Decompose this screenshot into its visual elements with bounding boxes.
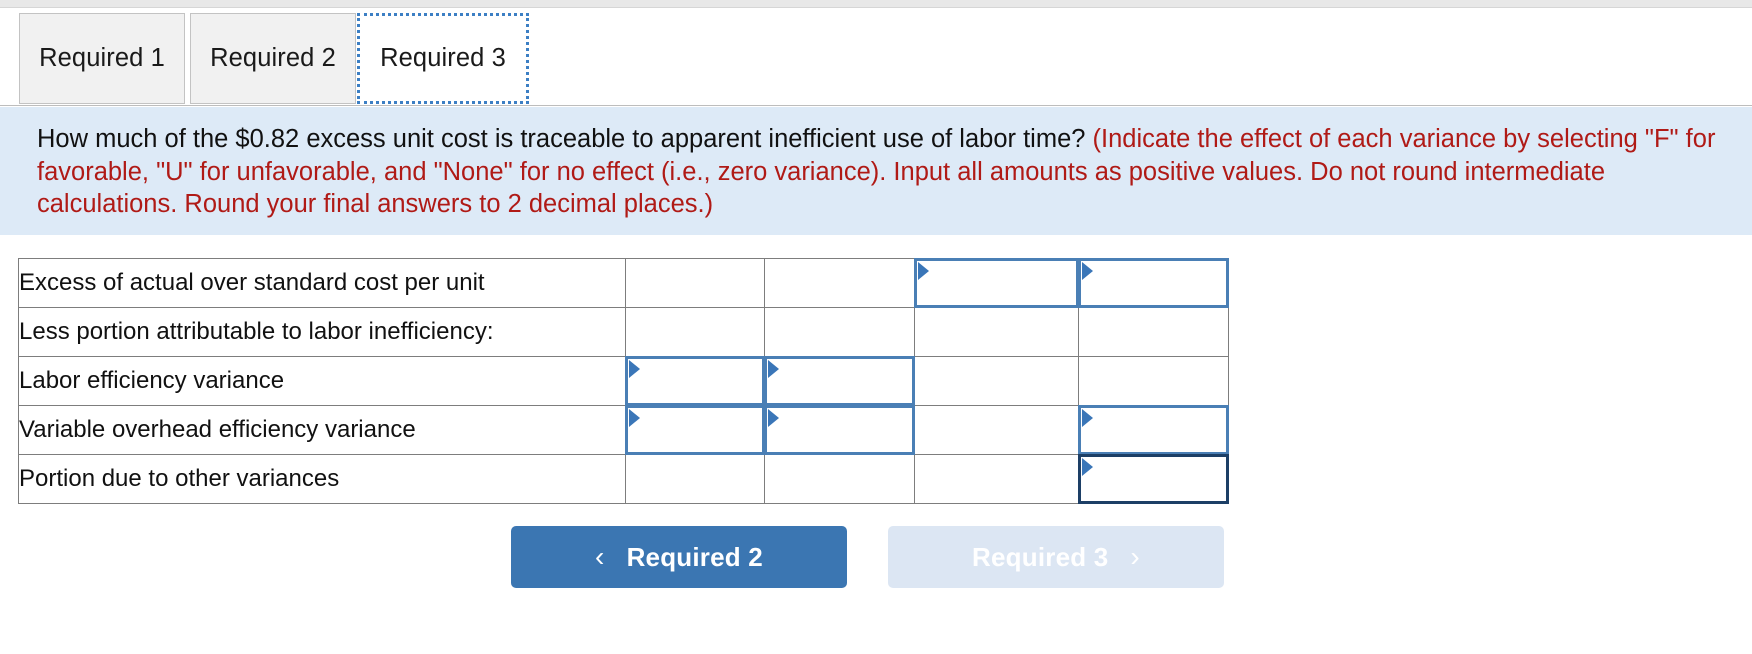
- table-row: Labor efficiency variance: [18, 356, 1229, 406]
- tab-bar: Required 1 Required 2 Required 3: [0, 13, 1752, 106]
- cell-r2c1[interactable]: [764, 356, 915, 406]
- table-row: Excess of actual over standard cost per …: [18, 258, 1229, 308]
- table-row: Variable overhead efficiency variance: [18, 405, 1229, 455]
- tab-required-2[interactable]: Required 2: [190, 13, 356, 104]
- input-r2c0[interactable]: [625, 356, 765, 406]
- prev-button-label: Required 2: [626, 541, 763, 572]
- cell-r0c2[interactable]: [914, 258, 1079, 308]
- row-label-portion-due-to-other-variances: Portion due to other variances: [18, 454, 626, 504]
- cell-r4c3[interactable]: [1078, 454, 1229, 504]
- cell-r3c3[interactable]: [1078, 405, 1229, 455]
- tab-required-1-label: Required 1: [39, 44, 165, 72]
- tab-required-3[interactable]: Required 3: [357, 13, 529, 104]
- cell-r3c0[interactable]: [625, 405, 765, 455]
- row-label-less-portion-labor-inefficiency: Less portion attributable to labor ineff…: [18, 307, 626, 357]
- input-r3c3[interactable]: [1078, 405, 1229, 455]
- cell-r3c1[interactable]: [764, 405, 915, 455]
- instruction-question: How much of the $0.82 excess unit cost i…: [37, 125, 1086, 153]
- cell-r0c1: [764, 258, 915, 308]
- cell-r2c0[interactable]: [625, 356, 765, 406]
- chevron-left-icon: ‹: [595, 541, 605, 572]
- cell-r1c3: [1078, 307, 1229, 357]
- cell-r1c0: [625, 307, 765, 357]
- input-r0c2[interactable]: [914, 258, 1079, 308]
- cell-r0c3[interactable]: [1078, 258, 1229, 308]
- cell-r1c1: [764, 307, 915, 357]
- input-r3c0[interactable]: [625, 405, 765, 455]
- variance-table-body: Excess of actual over standard cost per …: [18, 258, 1229, 504]
- input-r4c3[interactable]: [1078, 454, 1229, 504]
- cell-r0c0: [625, 258, 765, 308]
- navigation-bar: ‹ Required 2 Required 3 ›: [0, 526, 1752, 592]
- tab-required-3-label: Required 3: [380, 44, 506, 72]
- cell-r4c0: [625, 454, 765, 504]
- window-top-strip: [0, 0, 1752, 8]
- next-button-label: Required 3: [972, 541, 1109, 572]
- tab-required-2-label: Required 2: [210, 44, 336, 72]
- chevron-right-icon: ›: [1130, 541, 1140, 572]
- cell-r4c2: [914, 454, 1079, 504]
- cell-r1c2: [914, 307, 1079, 357]
- cell-r4c1: [764, 454, 915, 504]
- table-row: Less portion attributable to labor ineff…: [18, 307, 1229, 357]
- input-r3c1[interactable]: [764, 405, 915, 455]
- tab-bar-underline: [0, 105, 1752, 106]
- next-required-3-button[interactable]: Required 3 ›: [888, 526, 1224, 588]
- input-r0c3[interactable]: [1078, 258, 1229, 308]
- instruction-banner: How much of the $0.82 excess unit cost i…: [0, 107, 1752, 235]
- tab-required-1[interactable]: Required 1: [19, 13, 185, 104]
- cell-r3c2: [914, 405, 1079, 455]
- table-row: Portion due to other variances: [18, 454, 1229, 504]
- row-label-excess-of-actual-over-standard: Excess of actual over standard cost per …: [18, 258, 626, 308]
- variance-worksheet-table: Excess of actual over standard cost per …: [18, 258, 1229, 504]
- cell-r2c3: [1078, 356, 1229, 406]
- cell-r2c2: [914, 356, 1079, 406]
- prev-required-2-button[interactable]: ‹ Required 2: [511, 526, 847, 588]
- row-label-labor-efficiency-variance: Labor efficiency variance: [18, 356, 626, 406]
- row-label-variable-overhead-efficiency-variance: Variable overhead efficiency variance: [18, 405, 626, 455]
- input-r2c1[interactable]: [764, 356, 915, 406]
